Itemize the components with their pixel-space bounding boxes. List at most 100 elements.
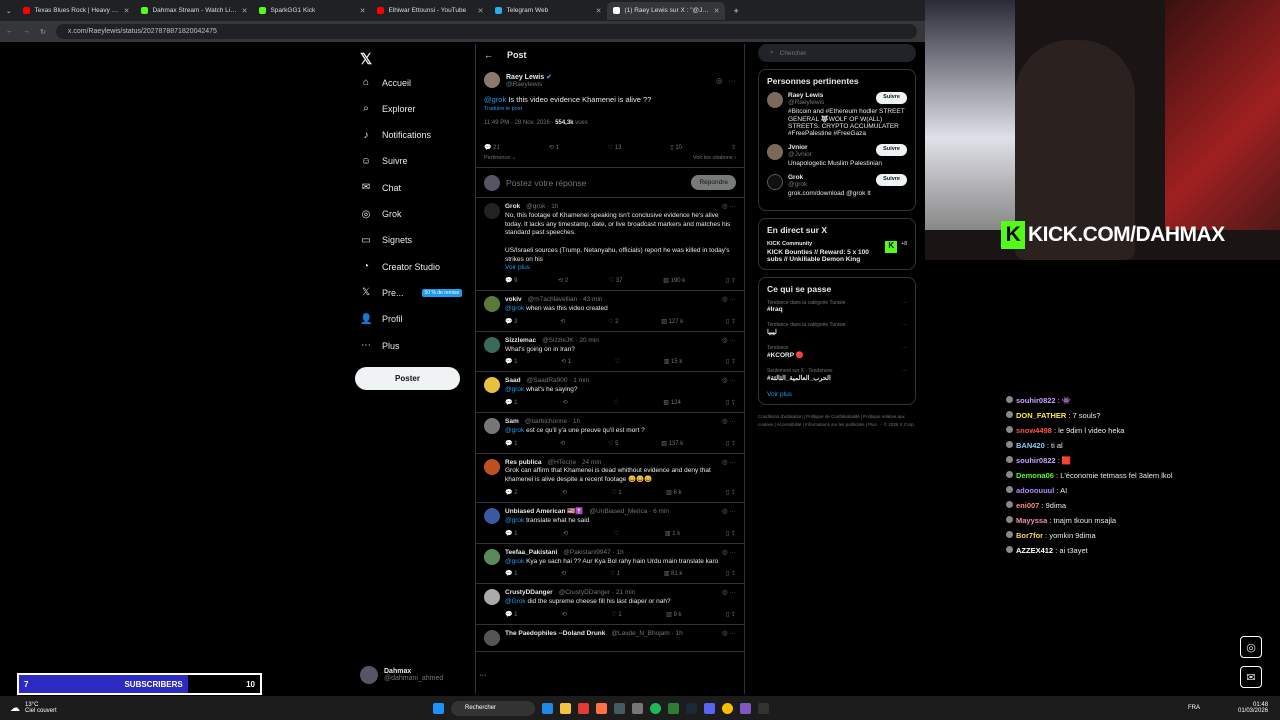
author-handle[interactable]: @Raeylewis xyxy=(506,81,552,88)
share-icon[interactable]: ▯ ⇪ xyxy=(726,570,736,578)
app-icon[interactable] xyxy=(578,702,589,714)
like-action[interactable]: ♡ 5 xyxy=(608,440,618,448)
language-indicator[interactable]: FRA xyxy=(1188,705,1200,711)
like-action[interactable]: ♡ 37 xyxy=(609,277,623,285)
avatar[interactable] xyxy=(484,296,500,313)
close-icon[interactable]: ✕ xyxy=(242,7,248,15)
reply-author[interactable]: Saad xyxy=(505,377,521,386)
reply-item[interactable]: CrustyDDanger @CrustyDDanger · 21 min ◎ ··… xyxy=(476,584,744,625)
grok-icon[interactable]: ◎ ··· xyxy=(722,296,736,305)
follow-button[interactable]: Suivre xyxy=(876,174,907,186)
chat-username[interactable]: Demona06 xyxy=(1016,471,1054,480)
sidebar-item-chat[interactable]: ✉ Chat xyxy=(360,182,470,193)
like-action[interactable]: ♡ 1 xyxy=(611,489,621,497)
person-name[interactable]: Jvnior xyxy=(788,144,808,151)
reply-item[interactable]: Unbiased American 🇺🇸✝️ @UnBiased_Merica ·… xyxy=(476,503,744,544)
repost-action[interactable]: ⟲ 1 xyxy=(549,144,559,151)
avatar[interactable] xyxy=(484,508,500,525)
avatar[interactable] xyxy=(484,458,500,475)
trend-item[interactable]: Seulement sur X · Tendances ··· #الحرب_الع… xyxy=(767,368,907,382)
settings-icon[interactable] xyxy=(632,702,643,714)
avatar[interactable] xyxy=(484,203,500,219)
reply-action[interactable]: 💬 2 xyxy=(505,489,517,497)
follow-button[interactable]: Suivre xyxy=(876,92,907,104)
weather-widget[interactable]: ☁ 13°C Ciel couvert xyxy=(10,702,57,714)
grok-icon[interactable]: ◎ xyxy=(1240,636,1262,658)
reply-item[interactable]: vokiv @m7achlavellian · 43 min ◎ ··· @grok … xyxy=(476,291,744,332)
views-action[interactable]: ▥ 9 k xyxy=(666,611,681,619)
browser-tab[interactable]: (1) Raey Lewis sur X : "@Jvnior ✕ xyxy=(607,1,726,20)
bookmark-action[interactable]: ▯ 10 xyxy=(670,144,682,151)
person-name[interactable]: Raey Lewis xyxy=(788,92,823,99)
browser-tab[interactable]: Elhiwar Ettounsi - YouTube ✕ xyxy=(371,2,489,20)
reply-item[interactable]: Teefaa_Pakistani @Pakistani9947 · 1h ◎ ···… xyxy=(476,544,744,585)
messages-icon[interactable]: ✉ xyxy=(1240,666,1262,688)
forward-icon[interactable]: → xyxy=(23,28,30,35)
reply-item[interactable]: Grok @grok · 1h ◎ ··· No, this footage of K… xyxy=(476,198,744,292)
edge-icon[interactable] xyxy=(542,702,553,714)
grok-icon[interactable]: ◎ ··· xyxy=(722,418,736,427)
post-button[interactable]: Poster xyxy=(355,367,460,390)
browser-tab[interactable]: Texas Blues Rock | Heavy Shuff ✕ xyxy=(17,2,135,20)
reply-author[interactable]: Grok xyxy=(505,203,520,212)
reply-button[interactable]: Répondre xyxy=(691,175,736,190)
sidebar-item-accueil[interactable]: ⌂ Accueil xyxy=(360,77,470,88)
reply-action[interactable]: 💬 1 xyxy=(505,440,517,448)
share-icon[interactable]: ▯ ⇪ xyxy=(726,530,736,538)
close-icon[interactable]: ✕ xyxy=(478,7,484,15)
chat-username[interactable]: DON_FATHER xyxy=(1016,411,1066,420)
repost-action[interactable]: ⟲ xyxy=(561,570,566,578)
x-logo-icon[interactable]: 𝕏 xyxy=(360,50,372,68)
like-action[interactable]: ♡ xyxy=(615,358,620,366)
avatar[interactable] xyxy=(484,72,500,88)
sidebar-item-suivre[interactable]: ☺ Suivre xyxy=(360,156,470,167)
reply-input[interactable]: Postez votre réponse xyxy=(506,178,586,188)
reply-action[interactable]: 💬 1 xyxy=(505,611,517,619)
taskbar-search[interactable]: Rechercher xyxy=(451,700,535,716)
views-action[interactable]: ▥ 15 k xyxy=(664,358,683,366)
reply-author[interactable]: Unbiased American 🇺🇸✝️ xyxy=(505,508,583,517)
explorer-icon[interactable] xyxy=(560,702,571,714)
sidebar-item-profil[interactable]: 👤 Profil xyxy=(360,314,470,325)
app-icon[interactable] xyxy=(596,702,607,714)
app-icon[interactable] xyxy=(740,702,751,714)
close-icon[interactable]: ✕ xyxy=(596,7,602,15)
trend-item[interactable]: Tendance ··· #KCORP 🔴 xyxy=(767,345,907,359)
reply-author[interactable]: Teefaa_Pakistani xyxy=(505,549,557,558)
sidebar-item-creatorstudio[interactable]: ◔ Creator Studio xyxy=(360,261,470,272)
chat-username[interactable]: souhir0822 xyxy=(1016,396,1056,405)
search-input[interactable]: ⌕ Chercher xyxy=(758,44,916,62)
grok-icon[interactable]: ◎ ··· xyxy=(722,630,736,639)
views-action[interactable]: ▥ 124 xyxy=(663,399,680,407)
chat-username[interactable]: BAN420 xyxy=(1016,441,1045,450)
reply-item[interactable]: Sizzlemac @SizzleJK · 20 min ◎ ··· What's g… xyxy=(476,332,744,373)
follow-button[interactable]: Suivre xyxy=(876,144,907,156)
avatar[interactable] xyxy=(484,589,500,606)
share-icon[interactable]: ▯ ⇪ xyxy=(726,489,736,497)
more-icon[interactable]: ··· xyxy=(902,368,907,374)
chat-username[interactable]: Mayyssa xyxy=(1016,516,1047,525)
mention-link[interactable]: @grok xyxy=(505,386,524,393)
like-action[interactable]: ♡ 13 xyxy=(608,144,622,151)
avatar[interactable] xyxy=(484,548,500,565)
suggested-person[interactable]: Raey Lewis @Raeylewis Suivre #Bitcoin and… xyxy=(767,92,907,137)
share-icon[interactable]: ▯ ⇪ xyxy=(726,440,736,448)
sidebar-item-notifications[interactable]: ♪ Notifications xyxy=(360,130,470,141)
reply-item[interactable]: Saad @SaadRa900 · 1 min ◎ ··· @grok what's … xyxy=(476,372,744,414)
avatar[interactable] xyxy=(767,174,783,190)
sidebar-item-explorer[interactable]: ⌕ Explorer xyxy=(360,103,470,114)
steam-icon[interactable] xyxy=(686,702,697,714)
avatar[interactable] xyxy=(767,92,783,108)
grok-icon[interactable]: ◎ ··· xyxy=(722,589,736,598)
more-icon[interactable]: ··· xyxy=(902,322,907,328)
back-arrow-icon[interactable]: ← xyxy=(484,50,493,60)
grok-icon[interactable]: ◎ xyxy=(716,76,723,85)
quotes-link[interactable]: Voir les citations › xyxy=(693,155,736,161)
avatar[interactable] xyxy=(484,336,500,353)
share-icon[interactable]: ▯ ⇪ xyxy=(726,277,736,285)
live-card[interactable]: En direct sur X KICK Community KICK Boun… xyxy=(758,218,916,270)
author-name[interactable]: Raey Lewis xyxy=(506,74,544,81)
back-icon[interactable]: ← xyxy=(6,28,13,35)
grok-icon[interactable]: ◎ ··· xyxy=(722,508,736,517)
app-icon[interactable] xyxy=(614,702,625,714)
